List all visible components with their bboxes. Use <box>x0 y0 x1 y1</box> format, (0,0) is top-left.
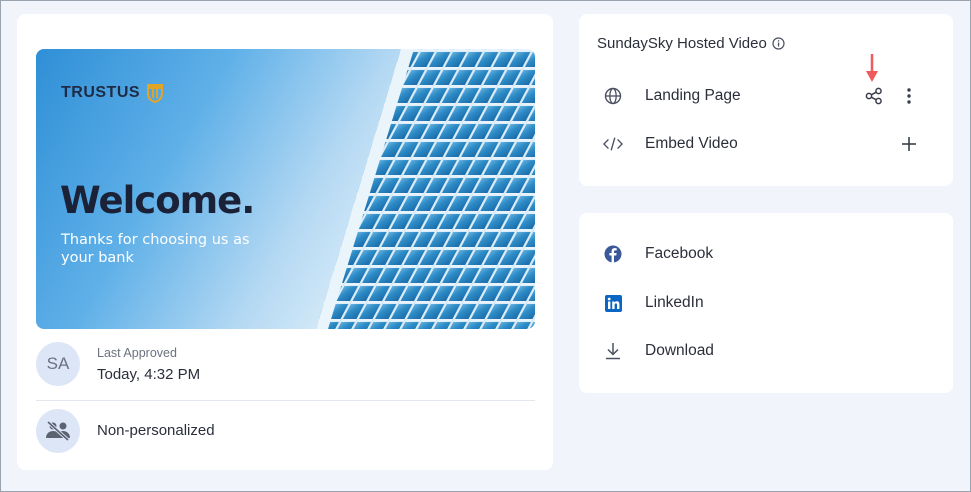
info-icon[interactable] <box>772 37 785 50</box>
personalization-label: Non-personalized <box>97 422 215 439</box>
share-link-icon[interactable] <box>862 84 886 108</box>
pointer-arrow-icon <box>866 54 878 82</box>
hosted-video-title: SundaySky Hosted Video <box>597 35 785 52</box>
last-approved-label: Last Approved <box>97 346 177 360</box>
approver-avatar: SA <box>36 342 80 386</box>
embed-video-label[interactable]: Embed Video <box>645 135 738 153</box>
brand-emblem-icon <box>147 84 164 103</box>
people-crossed-icon <box>46 420 70 442</box>
brand-name: TRUSTUS <box>61 84 141 101</box>
facebook-icon <box>603 244 623 264</box>
code-icon <box>603 134 623 154</box>
landing-page-label[interactable]: Landing Page <box>645 87 741 105</box>
globe-icon <box>603 86 623 106</box>
video-preview-card: TRUSTUS Welcome. Thanks for choosing us … <box>17 14 553 470</box>
brand-logo: TRUSTUS <box>61 83 164 103</box>
download-label[interactable]: Download <box>645 342 714 360</box>
hosted-video-card: SundaySky Hosted Video Landing Page Embe… <box>579 14 953 186</box>
non-personalized-avatar <box>36 409 80 453</box>
thumbnail-subtitle: Thanks for choosing us as your bank <box>61 232 250 266</box>
thumbnail-headline: Welcome. <box>60 179 255 222</box>
share-options-card: Facebook LinkedIn Download <box>579 213 953 393</box>
download-icon <box>603 341 623 361</box>
divider <box>36 400 535 401</box>
video-thumbnail[interactable]: TRUSTUS Welcome. Thanks for choosing us … <box>36 49 535 329</box>
hosted-video-title-text: SundaySky Hosted Video <box>597 35 767 52</box>
more-options-icon[interactable] <box>897 84 921 108</box>
linkedin-icon <box>603 293 623 313</box>
linkedin-label[interactable]: LinkedIn <box>645 294 704 312</box>
add-embed-icon[interactable] <box>897 132 921 156</box>
last-approved-value: Today, 4:32 PM <box>97 366 201 383</box>
facebook-label[interactable]: Facebook <box>645 245 713 263</box>
